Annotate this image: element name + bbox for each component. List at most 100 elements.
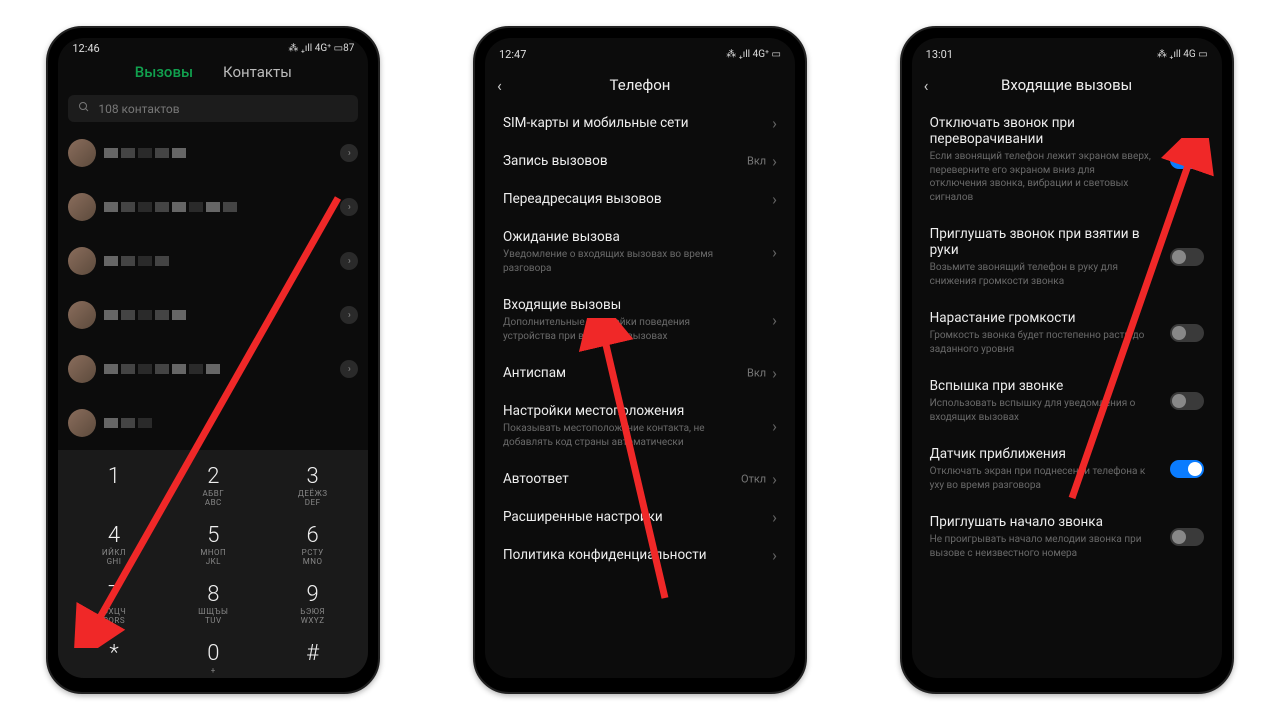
chevron-right-icon [772, 152, 777, 171]
clock: 12:46 [72, 42, 99, 55]
chevron-right-icon [772, 364, 777, 383]
settings-row: Датчик приближенияОтключать экран при по… [916, 435, 1218, 503]
chevron-right-icon[interactable]: › [340, 144, 358, 162]
row-desc: Не проигрывать начало мелодии звонка при… [930, 533, 1204, 560]
phone-frame-2: 12:47 ⁂ ₊ıll 4G⁺ ▭ ‹ Телефон SIM-карты и… [473, 26, 807, 694]
tab-calls[interactable]: Вызовы [135, 63, 193, 81]
list-item[interactable]: › [58, 234, 368, 288]
status-bar: 12:47 ⁂ ₊ıll 4G⁺ ▭ [485, 38, 795, 66]
settings-row[interactable]: Переадресация вызовов [489, 180, 791, 218]
row-title: Отключать звонок при переворачивании [930, 115, 1204, 147]
search-placeholder: 108 контактов [98, 102, 179, 116]
row-desc: Возьмите звонящий телефон в руку для сни… [930, 261, 1204, 288]
toggle-switch[interactable] [1170, 392, 1204, 410]
chevron-right-icon [772, 190, 777, 209]
dialpad-key-4[interactable]: 4ИЙКЛGHI [69, 517, 159, 572]
settings-row[interactable]: Расширенные настройки [489, 498, 791, 536]
dialpad-key-#[interactable]: # [268, 635, 358, 678]
clock: 12:47 [499, 48, 526, 61]
settings-row[interactable]: АнтиспамВкл [489, 354, 791, 392]
settings-row: Приглушать звонок при взятии в руки Возьм… [916, 215, 1218, 299]
search-icon [78, 101, 90, 116]
status-icons: ⁂ ₊ıll 4G⁺ ▭ [726, 49, 781, 60]
page-title: Входящие вызовы [1001, 76, 1132, 94]
toggle-switch[interactable] [1170, 248, 1204, 266]
dialpad-key-1[interactable]: 1 [69, 458, 159, 513]
page-title: Телефон [610, 76, 671, 94]
avatar [68, 355, 96, 383]
settings-row[interactable]: Политика конфиденциальности [489, 536, 791, 574]
avatar [68, 193, 96, 221]
list-item[interactable]: › [58, 126, 368, 180]
chevron-right-icon [772, 508, 777, 527]
chevron-right-icon[interactable]: › [340, 198, 358, 216]
dialpad-key-8[interactable]: 8ШЩЪЫTUV [168, 576, 258, 631]
settings-row[interactable]: SIM-карты и мобильные сети [489, 104, 791, 142]
list-item[interactable] [58, 396, 368, 450]
row-title: Автоответ [503, 471, 777, 487]
dialpad-key-0[interactable]: 0+ [168, 635, 258, 678]
toggle-switch[interactable] [1170, 460, 1204, 478]
list-item[interactable]: › [58, 288, 368, 342]
row-title: Приглушать звонок при взятии в руки [930, 226, 1204, 258]
row-value: Вкл [747, 155, 766, 168]
status-bar: 13:01 ⁂ ₊ıll 4G ▭ [912, 38, 1222, 66]
chevron-right-icon [772, 243, 777, 262]
avatar [68, 301, 96, 329]
row-title: Ожидание вызова [503, 229, 777, 245]
row-value: Откл [741, 473, 766, 486]
chevron-right-icon[interactable]: › [340, 360, 358, 378]
dialpad-key-*[interactable]: * [69, 635, 159, 678]
status-icons: ⁂ ₊ıll 4G ▭ [1157, 49, 1208, 60]
chevron-right-icon [772, 311, 777, 330]
toggle-switch[interactable] [1170, 324, 1204, 342]
back-button[interactable]: ‹ [924, 76, 929, 95]
row-title: Расширенные настройки [503, 509, 777, 525]
settings-row[interactable]: Входящие вызовы Дополнительные настройки … [489, 286, 791, 354]
row-desc: Громкость звонка будет постепенно расти … [930, 329, 1204, 356]
status-bar: 12:46 ⁂ ₊ıll 4G⁺ ▭87 [58, 38, 368, 55]
row-desc: Уведомление о входящих вызовах во время … [503, 248, 777, 275]
search-input[interactable]: 108 контактов [68, 95, 358, 122]
list-item[interactable]: › [58, 342, 368, 396]
avatar [68, 409, 96, 437]
row-title: Антиспам [503, 365, 777, 381]
list-item[interactable]: › [58, 180, 368, 234]
row-title: Входящие вызовы [503, 297, 777, 313]
dialpad-key-6[interactable]: 6РСТУMNO [268, 517, 358, 572]
settings-row[interactable]: АвтоответОткл [489, 460, 791, 498]
row-title: Настройки местоположения [503, 403, 777, 419]
tab-contacts[interactable]: Контакты [223, 63, 292, 81]
dialpad-key-2[interactable]: 2АБВГABC [168, 458, 258, 513]
chevron-right-icon [772, 546, 777, 565]
settings-row: Нарастание громкостиГромкость звонка буд… [916, 299, 1218, 367]
row-title: SIM-карты и мобильные сети [503, 115, 777, 131]
row-desc: Показывать местоположение контакта, не д… [503, 422, 777, 449]
row-title: Датчик приближения [930, 446, 1204, 462]
title-bar: ‹ Телефон [485, 66, 795, 104]
title-bar: ‹ Входящие вызовы [912, 66, 1222, 104]
row-desc: Если звонящий телефон лежит экраном ввер… [930, 150, 1204, 204]
settings-list: SIM-карты и мобильные сети Запись вызовов… [485, 104, 795, 678]
dialpad-key-5[interactable]: 5МНОПJKL [168, 517, 258, 572]
dialpad-key-7[interactable]: 7ФХЦЧPQRS [69, 576, 159, 631]
chevron-right-icon[interactable]: › [340, 306, 358, 324]
chevron-right-icon [772, 470, 777, 489]
settings-row[interactable]: Настройки местоположения Показывать место… [489, 392, 791, 460]
chevron-right-icon [772, 417, 777, 436]
settings-row[interactable]: Запись вызововВкл [489, 142, 791, 180]
settings-row[interactable]: Ожидание вызова Уведомление о входящих вы… [489, 218, 791, 286]
settings-list: Отключать звонок при переворачиванииЕсли… [912, 104, 1222, 678]
toggle-switch[interactable] [1170, 528, 1204, 546]
row-title: Переадресация вызовов [503, 191, 777, 207]
row-title: Запись вызовов [503, 153, 777, 169]
status-icons: ⁂ ₊ıll 4G⁺ ▭87 [288, 43, 354, 54]
contact-list: › › › › › [58, 126, 368, 450]
back-button[interactable]: ‹ [497, 76, 502, 95]
chevron-right-icon[interactable]: › [340, 252, 358, 270]
chevron-right-icon [772, 114, 777, 133]
dialpad-key-3[interactable]: 3ДЕЁЖЗDEF [268, 458, 358, 513]
row-desc: Дополнительные настройки поведения устро… [503, 316, 777, 343]
toggle-switch[interactable] [1170, 151, 1204, 169]
dialpad-key-9[interactable]: 9ЬЭЮЯWXYZ [268, 576, 358, 631]
